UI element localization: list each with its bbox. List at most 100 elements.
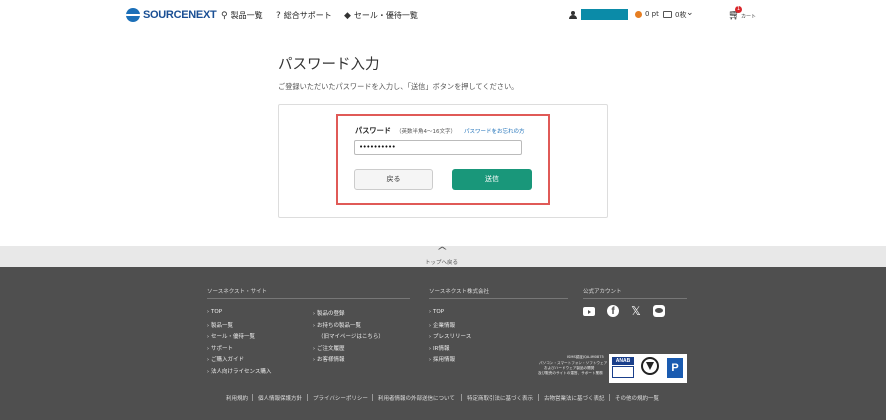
- send-button[interactable]: 送信: [452, 169, 532, 190]
- footer-link-support[interactable]: › サポート: [207, 344, 233, 352]
- footer-link-label: 製品一覧: [211, 323, 234, 329]
- cert-id: ISMS認証JQA-IM0875: [567, 355, 604, 359]
- footer-link-label: 採用情報: [433, 357, 456, 363]
- tag-icon: ◆: [344, 10, 351, 21]
- footer-link-register[interactable]: › 製品の登録: [313, 309, 345, 317]
- arrow-right-icon: ›: [207, 357, 209, 363]
- footer-link-label: TOP: [211, 309, 223, 315]
- arrow-right-icon: ›: [207, 369, 209, 375]
- footer-site-heading: ソースネクスト・サイト: [207, 289, 268, 295]
- x-icon[interactable]: 𝕏: [630, 305, 642, 317]
- arrow-right-icon: ›: [429, 309, 431, 315]
- footer-company-ir[interactable]: › IR情報: [429, 344, 449, 352]
- user-account[interactable]: [569, 9, 628, 20]
- footer-separator: [252, 394, 253, 401]
- points-coin-icon: [635, 11, 642, 18]
- footer-separator: [372, 394, 373, 401]
- footer-link-sale[interactable]: › セール・優待一覧: [207, 332, 255, 340]
- footer-link-guide[interactable]: › ご購入ガイド: [207, 355, 244, 363]
- footer-company-heading: ソースネクスト株式会社: [429, 289, 490, 295]
- coupon-count[interactable]: 0枚: [675, 10, 686, 20]
- footer-link-label: ご購入ガイド: [211, 357, 245, 363]
- footer-bottom-privacy-protection[interactable]: 個人情報保護方針: [258, 394, 302, 402]
- nav-products-label: 製品一覧: [230, 11, 263, 20]
- footer-link-label: お客様情報: [317, 357, 345, 363]
- footer-bottom-other-terms[interactable]: その他の規約一覧: [615, 394, 659, 402]
- sourcenext-logo[interactable]: SOURCENEXT: [126, 8, 217, 22]
- footer-company-press[interactable]: › プレスリリース: [429, 332, 471, 340]
- footer-separator: [538, 394, 539, 401]
- footer-link-label: ご注文履歴: [317, 346, 345, 352]
- nav-support[interactable]: ? 総合サポート: [276, 10, 332, 21]
- footer-link-label: IR情報: [433, 346, 450, 352]
- footer-company-info[interactable]: › 企業情報: [429, 321, 455, 329]
- footer-link-top[interactable]: › TOP: [207, 309, 222, 315]
- footer-link-products[interactable]: › 製品一覧: [207, 321, 233, 329]
- arrow-right-icon: ›: [429, 346, 431, 352]
- footer-link-owned-products[interactable]: › お持ちの製品一覧: [313, 321, 361, 329]
- footer-separator: [307, 394, 308, 401]
- footer-bottom-antique-law[interactable]: 古物営業法に基づく表記: [544, 394, 605, 402]
- footer-link-label: セール・優待一覧: [211, 334, 256, 340]
- footer-link-corporate[interactable]: › 法人向けライセンス購入: [207, 367, 271, 375]
- cert-scope-line: 及び販売のサイトの運営、サポート業務: [538, 371, 603, 375]
- footer-link-label: TOP: [433, 309, 445, 315]
- anab-label: ANAB: [612, 357, 634, 365]
- search-icon: ⚲: [221, 10, 228, 21]
- nav-sale[interactable]: ◆ セール・優待一覧: [344, 10, 418, 21]
- coupon-icon: [663, 11, 672, 18]
- arrow-right-icon: ›: [207, 309, 209, 315]
- arrow-right-icon: ›: [313, 323, 315, 329]
- bsi-triangle: [646, 362, 654, 370]
- footer-link-order-history[interactable]: › ご注文履歴: [313, 344, 345, 352]
- footer-company-top[interactable]: › TOP: [429, 309, 444, 315]
- password-input[interactable]: ••••••••••: [354, 140, 522, 155]
- footer-bottom-commercial-law[interactable]: 特定商取引法に基づく表示: [467, 394, 533, 402]
- bsi-kitemark-logo: [638, 357, 662, 379]
- footer-old-mypage-link[interactable]: （旧マイページはこちら）: [318, 332, 384, 340]
- footer-social-heading: 公式アカウント: [583, 289, 622, 295]
- user-icon: [569, 10, 577, 19]
- arrow-right-icon: ›: [313, 357, 315, 363]
- anab-logo: ANAB: [612, 357, 634, 379]
- youtube-icon[interactable]: [583, 307, 595, 316]
- logo-mark-icon: [126, 8, 140, 22]
- footer-bottom-terms[interactable]: 利用規約: [226, 394, 248, 402]
- user-name-redacted: [581, 9, 628, 20]
- forgot-password-link[interactable]: パスワードをお忘れの方: [464, 127, 525, 135]
- points-value[interactable]: 0 pt: [645, 10, 659, 18]
- footer-divider: [207, 298, 410, 299]
- footer-link-customer-info[interactable]: › お客様情報: [313, 355, 345, 363]
- footer-separator: [461, 394, 462, 401]
- nav-sale-label: セール・優待一覧: [353, 11, 418, 20]
- arrow-right-icon: ›: [207, 346, 209, 352]
- password-hint: （英数半角4〜16文字）: [396, 129, 456, 135]
- nav-products[interactable]: ⚲ 製品一覧: [221, 10, 263, 21]
- footer-divider: [583, 298, 687, 299]
- question-icon: ?: [276, 10, 281, 21]
- chevron-down-icon[interactable]: ⌄: [686, 8, 694, 18]
- footer-bottom-external-sending[interactable]: 利用者情報の外部送信について: [378, 394, 455, 402]
- logo-text: SOURCENEXT: [143, 9, 217, 21]
- back-button[interactable]: 戻る: [354, 169, 433, 190]
- nav-support-label: 総合サポート: [283, 11, 332, 20]
- footer-company-recruit[interactable]: › 採用情報: [429, 355, 455, 363]
- footer-link-label: 企業情報: [433, 323, 456, 329]
- page-title: パスワード入力: [278, 57, 380, 73]
- footer-link-label: 法人向けライセンス購入: [211, 369, 272, 375]
- footer-link-label: サポート: [211, 346, 234, 352]
- chevron-up-icon[interactable]: ^: [436, 246, 448, 257]
- privacy-mark-logo: P: [667, 358, 683, 378]
- arrow-right-icon: ›: [207, 334, 209, 340]
- facebook-icon[interactable]: f: [607, 305, 619, 317]
- cart-label[interactable]: カート: [741, 13, 756, 20]
- arrow-right-icon: ›: [313, 311, 315, 317]
- footer-link-label: 製品の登録: [317, 311, 345, 317]
- site-header: SOURCENEXT ⚲ 製品一覧 ? 総合サポート ◆ セール・優待一覧 0 …: [0, 0, 886, 32]
- footer-divider: [429, 298, 568, 299]
- password-label: パスワード: [355, 126, 391, 135]
- line-icon[interactable]: [653, 305, 665, 317]
- back-to-top-label[interactable]: トップへ戻る: [425, 258, 458, 266]
- arrow-right-icon: ›: [207, 323, 209, 329]
- footer-bottom-privacy-policy[interactable]: プライバシーポリシー: [313, 394, 368, 402]
